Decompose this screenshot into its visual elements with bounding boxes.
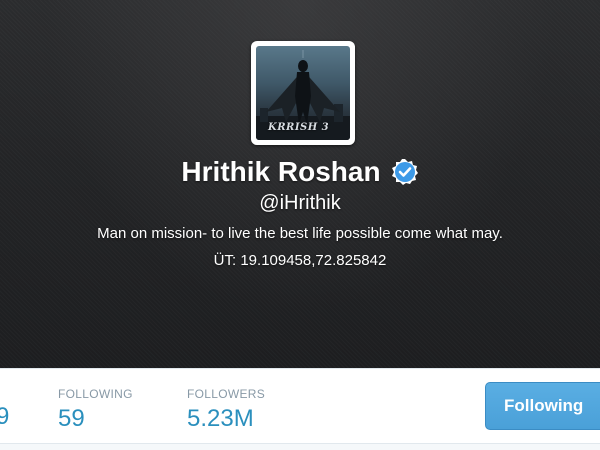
stat-followers-value: 5.23M xyxy=(187,405,254,432)
stat-following-label: FOLLOWING xyxy=(58,387,133,401)
profile-avatar[interactable]: KRRISH 3 xyxy=(251,41,355,145)
stat-partial[interactable]: 9 xyxy=(0,403,9,431)
stat-following[interactable]: FOLLOWING 59 xyxy=(58,387,133,433)
profile-name: Hrithik Roshan xyxy=(181,156,381,187)
profile-location: ÜT: 19.109458,72.825842 xyxy=(213,252,387,269)
profile-handle: @iHrithik xyxy=(259,192,341,214)
avatar-image: KRRISH 3 xyxy=(256,46,350,140)
following-button[interactable]: Following xyxy=(485,382,600,430)
verified-badge-icon xyxy=(391,158,419,186)
stat-following-value: 59 xyxy=(58,405,85,432)
profile-bio: Man on mission- to live the best life po… xyxy=(97,225,503,242)
name-row: Hrithik Roshan xyxy=(0,152,600,192)
profile-header-banner: KRRISH 3 Hrithik Roshan @iHrithik Man on… xyxy=(0,0,600,368)
stat-followers-label: FOLLOWERS xyxy=(187,387,266,401)
stats-bottom-divider xyxy=(0,443,600,450)
stat-followers[interactable]: FOLLOWERS 5.23M xyxy=(187,387,265,433)
stat-partial-value: 9 xyxy=(0,403,10,430)
avatar-logo-text: KRRISH 3 xyxy=(268,122,330,133)
